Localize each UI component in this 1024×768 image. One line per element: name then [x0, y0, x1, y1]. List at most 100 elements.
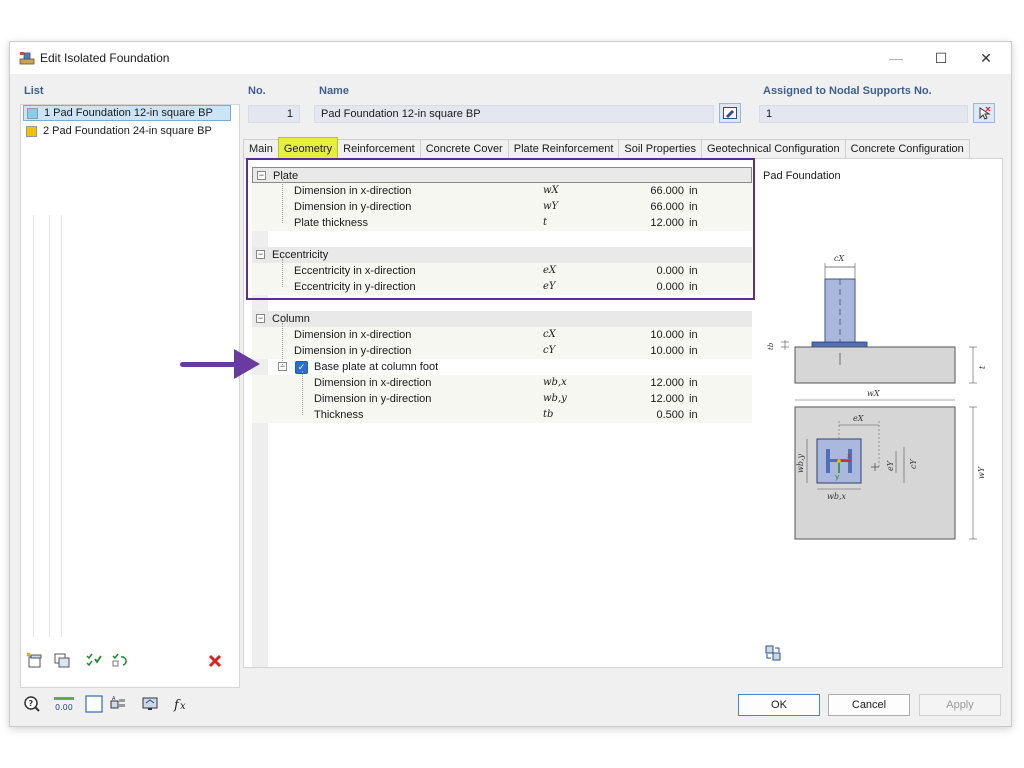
row-base-plate-dim-y[interactable]: Dimension in y-direction wb,y 12.000 in: [252, 391, 752, 407]
label-cy: cY: [909, 459, 918, 469]
row-unit: in: [689, 409, 698, 421]
minimize-button[interactable]: —: [873, 42, 919, 74]
row-value[interactable]: 12.000: [612, 393, 684, 405]
check-all-button[interactable]: [84, 650, 104, 670]
row-base-plate-dim-x[interactable]: Dimension in x-direction wb,x 12.000 in: [252, 375, 752, 391]
new-item-button[interactable]: [24, 650, 44, 670]
row-base-plate-thickness[interactable]: Thickness tb 0.500 in: [252, 407, 752, 423]
copy-icon: [54, 653, 70, 668]
category-column[interactable]: − Column: [252, 311, 752, 327]
assigned-nodes-field[interactable]: 1: [759, 105, 968, 123]
annotation-arrow-icon: [234, 349, 260, 379]
row-column-dim-y[interactable]: Dimension in y-direction cY 10.000 in: [252, 343, 752, 359]
label-tb: tb: [767, 342, 775, 350]
row-value[interactable]: 0.500: [612, 409, 684, 421]
label-wby: wb,y: [796, 453, 805, 473]
copy-item-button[interactable]: [52, 650, 72, 670]
label-t: t: [978, 365, 987, 369]
tab-soil-properties[interactable]: Soil Properties: [618, 139, 702, 159]
pick-nodes-button[interactable]: [973, 103, 995, 123]
preview-view-button[interactable]: [763, 643, 783, 663]
row-unit: in: [689, 393, 698, 405]
tree-line: [302, 371, 303, 415]
formula-button[interactable]: fx: [172, 694, 192, 714]
tree-line: [282, 323, 283, 367]
label-wbx: wb,x: [827, 492, 847, 501]
color-swatch: [27, 107, 38, 119]
units-icon: 0.00: [54, 697, 74, 712]
category-label: Column: [272, 313, 310, 325]
name-field[interactable]: Pad Foundation 12-in square BP: [314, 105, 714, 123]
row-label: Dimension in y-direction: [314, 393, 432, 405]
display-button[interactable]: [140, 694, 160, 714]
list-guide-line: [49, 215, 50, 637]
row-base-plate[interactable]: − ✓ Base plate at column foot: [252, 359, 752, 375]
tab-bar: Main Geometry Reinforcement Concrete Cov…: [243, 137, 970, 159]
name-label: Name: [319, 85, 349, 97]
row-symbol: wb,y: [543, 393, 567, 404]
maximize-icon: ☐: [934, 49, 948, 66]
svg-text:0.00: 0.00: [55, 703, 73, 712]
window-title: Edit Isolated Foundation: [40, 51, 170, 65]
label-wx: wX: [867, 389, 880, 398]
swap-check-button[interactable]: [110, 650, 130, 670]
color-button[interactable]: [84, 694, 104, 714]
row-value[interactable]: 12.000: [612, 377, 684, 389]
delete-item-button[interactable]: [205, 651, 225, 671]
list-item-2[interactable]: 2 Pad Foundation 24-in square BP: [23, 123, 231, 139]
new-item-icon: [26, 652, 42, 668]
row-value[interactable]: 10.000: [612, 329, 684, 341]
edit-pencil-icon: [723, 107, 737, 119]
foundation-list[interactable]: 1 Pad Foundation 12-in square BP 2 Pad F…: [20, 104, 240, 688]
svg-text:A: A: [112, 696, 116, 702]
base-plate-label: Base plate at column foot: [314, 361, 439, 373]
check-list-icon: [86, 653, 102, 667]
cursor-pick-icon: [979, 106, 991, 120]
help-search-icon: ?: [24, 696, 40, 712]
foundation-diagram: cX tb t wX wY eX eY cY wb,x wb,y x y: [767, 254, 987, 540]
tab-concrete-configuration[interactable]: Concrete Configuration: [844, 139, 970, 159]
tab-concrete-cover[interactable]: Concrete Cover: [419, 139, 509, 159]
maximize-button[interactable]: ☐: [918, 42, 964, 74]
apply-button[interactable]: Apply: [919, 694, 1001, 716]
ok-button[interactable]: OK: [738, 694, 820, 716]
delete-icon: [208, 654, 222, 668]
row-symbol: cX: [543, 329, 556, 340]
row-label: Dimension in x-direction: [294, 329, 412, 341]
list-item-1[interactable]: 1 Pad Foundation 12-in square BP: [23, 105, 231, 121]
view-toggle-icon: [765, 645, 781, 661]
label-y-axis: y: [835, 473, 839, 481]
label-x-axis: x: [847, 452, 851, 460]
row-unit: in: [689, 345, 698, 357]
foundation-app-icon: [19, 52, 35, 65]
label-wy: wY: [977, 466, 986, 479]
tab-main[interactable]: Main: [243, 139, 279, 159]
row-column-dim-x[interactable]: Dimension in x-direction cX 10.000 in: [252, 327, 752, 343]
collapse-icon[interactable]: −: [256, 314, 265, 323]
tab-geotechnical-configuration[interactable]: Geotechnical Configuration: [700, 139, 846, 159]
row-label: Dimension in y-direction: [294, 345, 412, 357]
table-assign-icon: A: [110, 696, 125, 709]
cancel-button[interactable]: Cancel: [828, 694, 910, 716]
tab-reinforcement[interactable]: Reinforcement: [337, 139, 421, 159]
list-item-label: 2 Pad Foundation 24-in square BP: [43, 125, 212, 137]
label-ey: eY: [886, 460, 895, 471]
dialog-window: Edit Isolated Foundation — ☐ ✕ List 1 Pa…: [9, 41, 1012, 727]
units-button[interactable]: 0.00: [52, 694, 76, 714]
row-value[interactable]: 10.000: [612, 345, 684, 357]
highlight-frame: [246, 158, 755, 300]
help-button[interactable]: ?: [22, 694, 42, 714]
tab-geometry[interactable]: Geometry: [277, 137, 339, 159]
label-cx: cX: [834, 254, 844, 263]
assigned-label: Assigned to Nodal Supports No.: [763, 85, 932, 97]
close-button[interactable]: ✕: [963, 42, 1009, 74]
title-bar: Edit Isolated Foundation — ☐ ✕: [10, 42, 1011, 74]
monitor-icon: [142, 697, 158, 710]
list-guide-line: [61, 215, 62, 637]
number-label: No.: [248, 85, 266, 97]
edit-name-button[interactable]: [719, 103, 741, 123]
tab-plate-reinforcement[interactable]: Plate Reinforcement: [507, 139, 620, 159]
number-field[interactable]: 1: [248, 105, 300, 123]
assign-button[interactable]: A: [108, 694, 128, 714]
list-guide-line: [33, 215, 34, 637]
